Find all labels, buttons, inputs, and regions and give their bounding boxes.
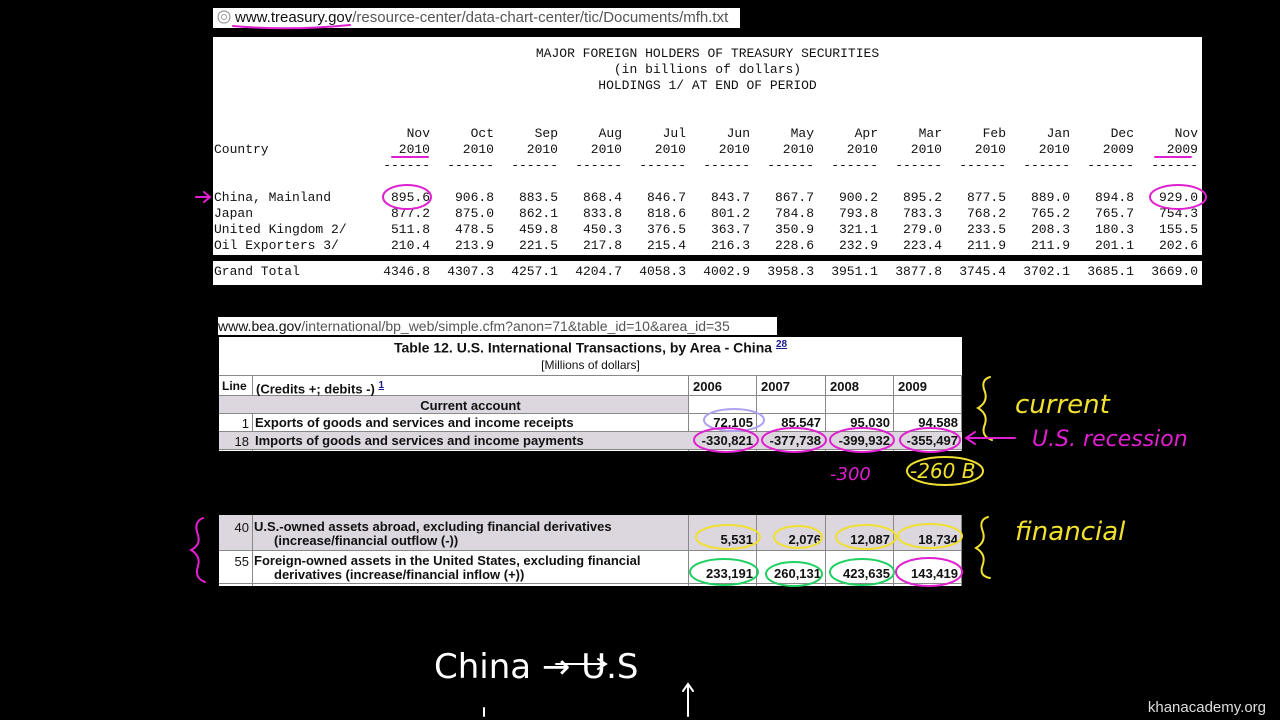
underline-mark bbox=[232, 24, 351, 30]
watermark: khanacademy.org bbox=[1147, 699, 1266, 716]
brace-left bbox=[188, 517, 206, 583]
annotation-overlay: current U.S. recession -300 -260 B finan… bbox=[188, 24, 1207, 717]
annotation-current: current bbox=[1015, 390, 1111, 420]
annotation-minus260: -260 B bbox=[910, 459, 975, 483]
arrow-mark bbox=[195, 191, 212, 203]
arrow-mark bbox=[964, 431, 1016, 445]
circle-mark bbox=[382, 184, 432, 210]
annotation-china-us: China → U.S bbox=[434, 647, 639, 687]
annotation-financial: financial bbox=[1015, 517, 1126, 547]
brace-financial bbox=[974, 516, 991, 579]
annotation-recession: U.S. recession bbox=[1032, 427, 1188, 452]
circle-mark bbox=[1149, 184, 1207, 210]
annotation-minus300: -300 bbox=[830, 464, 871, 485]
brace-current bbox=[976, 376, 993, 441]
